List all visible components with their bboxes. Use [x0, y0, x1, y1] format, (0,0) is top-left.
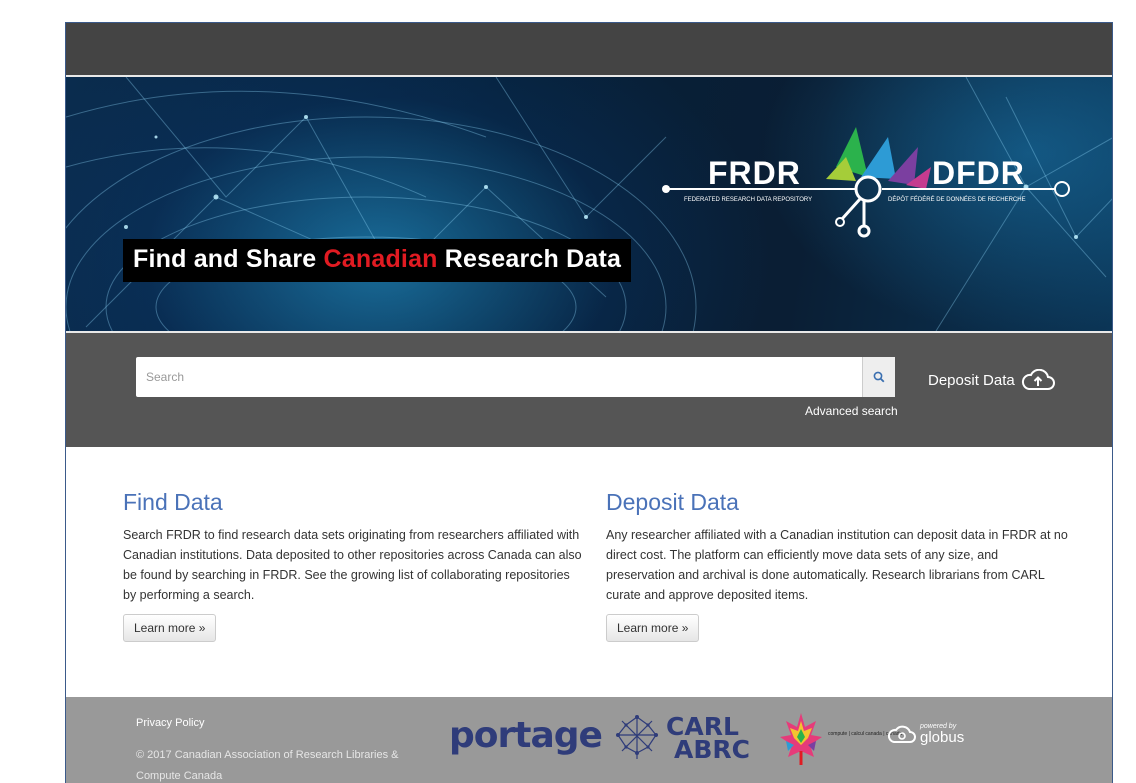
find-learn-more-button[interactable]: Learn more »	[123, 614, 217, 642]
footer: Privacy Policy © 2017 Canadian Associati…	[66, 697, 1112, 783]
privacy-policy-link[interactable]: Privacy Policy	[136, 717, 204, 729]
deposit-data-heading: Deposit Data	[606, 489, 739, 515]
search-button[interactable]	[862, 357, 895, 397]
hero-title-part1: Find and Share	[133, 245, 324, 273]
hero-banner: FRDR DFDR FEDERATED RESEARCH DATA REPOSI…	[66, 77, 1112, 331]
globus-logo[interactable]: powered by globus	[888, 723, 964, 745]
globus-cloud-icon	[888, 725, 916, 743]
logo-frdr-text: FRDR	[708, 155, 801, 191]
find-data-text: Search FRDR to find research data sets o…	[123, 528, 582, 602]
logo-dfdr-text: DFDR	[932, 155, 1025, 191]
hero-title: Find and Share Canadian Research Data	[123, 239, 632, 282]
logo-subtitle-fr: DÉPÔT FÉDÉRÉ DE DONNÉES DE RECHERCHE	[888, 197, 1026, 203]
portage-logo[interactable]: portage	[449, 715, 603, 756]
search-band: Advanced search Deposit Data	[66, 333, 1112, 447]
carl-abrc-logo[interactable]: CARL ABRC	[666, 714, 751, 764]
compute-canada-leaf-icon	[780, 713, 822, 765]
copyright-text: © 2017 Canadian Association of Research …	[136, 749, 399, 782]
hero-title-part2: Research Data	[437, 245, 622, 273]
search-input[interactable]	[136, 357, 862, 397]
find-data-section: Find Data Search FRDR to find research d…	[123, 489, 585, 642]
search-icon	[873, 371, 885, 383]
top-navbar	[66, 23, 1112, 75]
deposit-data-label: Deposit Data	[928, 371, 1015, 389]
deposit-learn-more-button[interactable]: Learn more »	[606, 614, 700, 642]
page-frame: FRDR DFDR FEDERATED RESEARCH DATA REPOSI…	[65, 22, 1113, 783]
deposit-data-text: Any researcher affiliated with a Canadia…	[606, 528, 1068, 602]
find-data-heading: Find Data	[123, 489, 223, 515]
cloud-upload-icon	[1021, 369, 1055, 390]
logo-subtitle-en: FEDERATED RESEARCH DATA REPOSITORY	[684, 197, 813, 203]
deposit-data-link[interactable]: Deposit Data	[928, 369, 1055, 391]
advanced-search-link[interactable]: Advanced search	[805, 404, 898, 418]
hero-title-highlight: Canadian	[323, 245, 438, 273]
abrc-text: ABRC	[674, 735, 751, 764]
frdr-logo: FRDR DFDR FEDERATED RESEARCH DATA REPOSI…	[656, 117, 1076, 257]
globus-text: globus	[920, 729, 965, 746]
deposit-data-section: Deposit Data Any researcher affiliated w…	[606, 489, 1068, 642]
carl-leaf-icon	[616, 715, 658, 759]
